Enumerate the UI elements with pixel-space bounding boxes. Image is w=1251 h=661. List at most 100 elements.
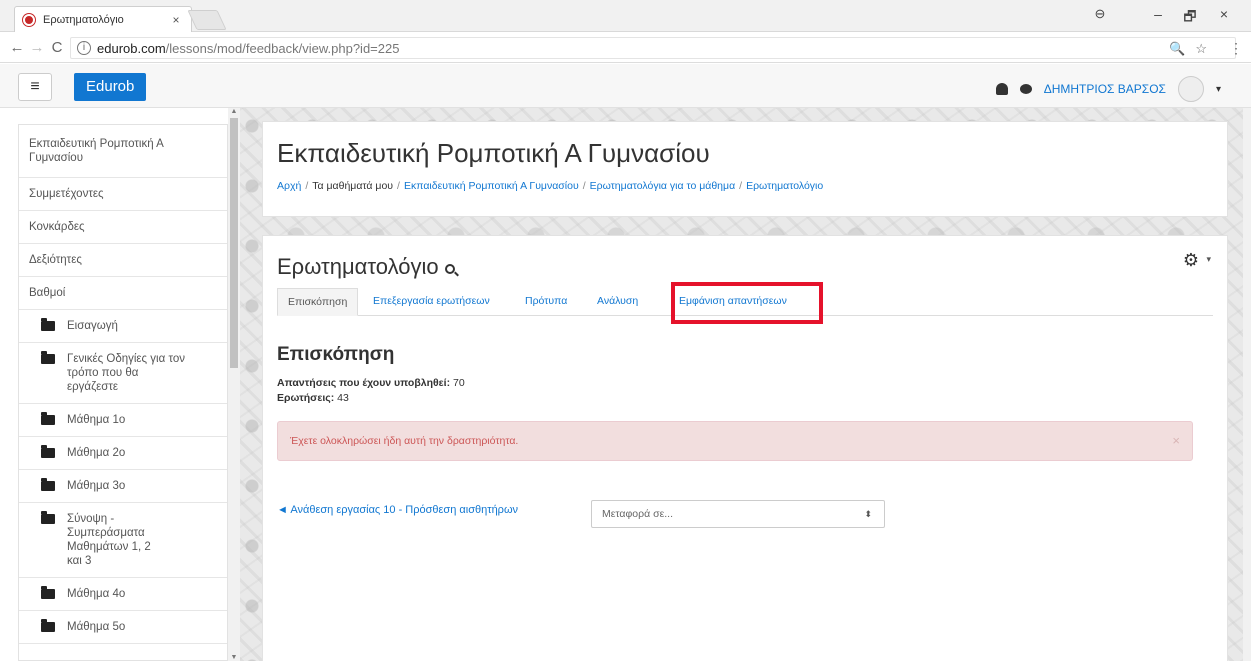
course-title: Εκπαιδευτική Ρομποτική Α Γυμνασίου	[277, 138, 710, 168]
nav-drawer-sidebar: Εκπαιδευτική Ρομποτική Α Γυμνασίου Συμμε…	[18, 124, 228, 661]
url-input[interactable]: i edurob.com/lessons/mod/feedback/view.p…	[70, 37, 1236, 59]
folder-icon	[41, 445, 55, 458]
address-bar-row: ← → C i edurob.com/lessons/mod/feedback/…	[0, 33, 1251, 63]
breadcrumb-my-courses: Τα μαθήματά μου	[312, 180, 394, 192]
sidebar-item-badges[interactable]: Κονκάρδες	[19, 211, 227, 244]
responses-label: Απαντήσεις που έχουν υποβληθεί:	[277, 377, 451, 389]
alert-close-icon[interactable]: ×	[1172, 433, 1180, 448]
sidebar-scrollbar[interactable]: ▲ ▼	[228, 108, 240, 661]
breadcrumb-course[interactable]: Εκπαιδευτική Ρομποτική Α Γυμνασίου	[404, 180, 579, 192]
sidebar-section-item[interactable]: Σύνοψη - Συμπεράσματα Μαθημάτων 1, 2 και…	[19, 503, 227, 578]
sidebar-section-item[interactable]: Μάθημα 5ο	[19, 611, 227, 644]
breadcrumb-separator: /	[305, 180, 309, 192]
folder-icon	[41, 586, 55, 599]
sidebar-scroll-thumb[interactable]	[230, 118, 238, 368]
sidebar-section-label: Μάθημα 1ο	[67, 414, 126, 426]
profile-icon[interactable]: ⊖	[1090, 6, 1110, 22]
zoom-icon[interactable]: 🔍	[1169, 41, 1185, 57]
scroll-down-icon[interactable]: ▼	[228, 654, 240, 661]
notifications-bell-icon[interactable]	[995, 83, 1008, 95]
sidebar-section-item[interactable]: Μάθημα 1ο	[19, 404, 227, 437]
sidebar-section-label: Μάθημα 5ο	[67, 621, 126, 633]
sidebar-item-participants[interactable]: Συμμετέχοντες	[19, 178, 227, 211]
breadcrumb-section[interactable]: Ερωτηματολόγια για το μάθημα	[590, 180, 736, 192]
folder-icon	[41, 318, 55, 331]
jump-to-select[interactable]: Μεταφορά σε... ⬍	[591, 500, 885, 528]
alert-text: Έχετε ολοκληρώσει ήδη αυτή την δραστηριό…	[290, 435, 519, 447]
questions-count: Ερωτήσεις: 43	[277, 392, 349, 404]
sidebar-item-competencies[interactable]: Δεξιότητες	[19, 244, 227, 277]
user-avatar[interactable]	[1177, 76, 1204, 102]
bookmark-star-icon[interactable]: ☆	[1195, 41, 1207, 57]
back-button[interactable]: ←	[8, 39, 26, 56]
browser-tab[interactable]: Ερωτηματολόγιο ×	[14, 6, 192, 32]
main-content-card: Ερωτηματολόγιο ⚙ ▾ Επισκόπηση Επεξεργασί…	[262, 235, 1228, 661]
gear-menu-caret-icon[interactable]: ▾	[1206, 254, 1211, 265]
site-favicon-icon	[23, 13, 35, 26]
gear-icon[interactable]: ⚙	[1183, 250, 1199, 271]
maximize-button[interactable]: 🗗	[1180, 6, 1200, 30]
questions-label: Ερωτήσεις:	[277, 392, 335, 404]
tab-overview[interactable]: Επισκόπηση	[277, 288, 359, 316]
jump-to-placeholder: Μεταφορά σε...	[602, 508, 674, 520]
folder-icon	[41, 412, 55, 425]
sidebar-section-item[interactable]: Μάθημα 2ο	[19, 437, 227, 470]
tab-edit-questions[interactable]: Επεξεργασία ερωτήσεων	[363, 288, 500, 316]
breadcrumb-activity[interactable]: Ερωτηματολόγιο	[746, 180, 823, 192]
page-header: Εκπαιδευτική Ρομποτική Α Γυμνασίου Αρχή /…	[262, 121, 1228, 217]
folder-icon	[41, 478, 55, 491]
sidebar-section-label: Εισαγωγή	[67, 320, 118, 332]
sidebar-section-label: Μάθημα 3ο	[67, 480, 126, 492]
responses-value: 70	[453, 377, 465, 389]
sidebar-section-item[interactable]: Μάθημα 4ο	[19, 578, 227, 611]
sidebar-section-label: Μάθημα 4ο	[67, 588, 126, 600]
sidebar-section-item[interactable]: Μάθημα 3ο	[19, 470, 227, 503]
tab-analysis[interactable]: Ανάλυση	[587, 288, 648, 316]
tab-title: Ερωτηματολόγιο	[43, 13, 124, 26]
forward-button[interactable]: →	[28, 39, 46, 56]
minimize-button[interactable]: –	[1148, 6, 1168, 22]
search-icon	[444, 264, 455, 274]
reload-button[interactable]: C	[48, 39, 66, 56]
breadcrumb-separator: /	[739, 180, 743, 192]
sidebar-section-item[interactable]: Γενικές Οδηγίες για τον τρόπο που θα εργ…	[19, 343, 227, 404]
site-brand-link[interactable]: Edurob	[74, 73, 147, 101]
section-title: Επισκόπηση	[277, 344, 395, 365]
breadcrumb-separator: /	[397, 180, 400, 192]
folder-icon	[41, 351, 55, 364]
sidebar-item-grades[interactable]: Βαθμοί	[19, 277, 227, 310]
tab-close-icon[interactable]: ×	[169, 13, 183, 27]
page-title: Ερωτηματολόγιο	[277, 254, 455, 280]
previous-activity-link[interactable]: ◄ Ανάθεση εργασίας 10 - Πρόσθεση αισθητή…	[277, 504, 518, 516]
user-name-link[interactable]: ΔΗΜΗΤΡΙΟΣ ΒΑΡΣΟΣ	[1044, 82, 1166, 96]
breadcrumb-separator: /	[582, 180, 586, 192]
select-arrows-icon: ⬍	[864, 509, 872, 519]
highlight-box	[671, 282, 823, 324]
completed-alert: Έχετε ολοκληρώσει ήδη αυτή την δραστηριό…	[277, 421, 1193, 461]
sidebar-section-label: Γενικές Οδηγίες για τον τρόπο που θα εργ…	[67, 353, 185, 393]
folder-icon	[41, 619, 55, 632]
responses-count: Απαντήσεις που έχουν υποβληθεί: 70	[277, 377, 465, 389]
scroll-up-icon[interactable]: ▲	[228, 108, 240, 115]
new-tab-button[interactable]	[187, 10, 227, 30]
url-path: /lessons/mod/feedback/view.php?id=225	[165, 40, 400, 56]
url-host: edurob.com	[97, 40, 166, 56]
breadcrumb-home[interactable]: Αρχή	[277, 180, 301, 192]
user-menu-caret-icon[interactable]: ▾	[1216, 84, 1221, 95]
tab-templates[interactable]: Πρότυπα	[515, 288, 577, 316]
messages-icon[interactable]	[1019, 84, 1032, 94]
close-window-button[interactable]: ×	[1214, 6, 1234, 22]
nav-drawer-button[interactable]: ≡	[18, 73, 52, 101]
page-title-text: Ερωτηματολόγιο	[277, 254, 439, 279]
sidebar-section-label: Σύνοψη - Συμπεράσματα Μαθημάτων 1, 2 και…	[67, 513, 151, 567]
browser-menu-icon[interactable]: ⋮	[1229, 40, 1243, 57]
questions-value: 43	[337, 392, 349, 404]
sidebar-item-course[interactable]: Εκπαιδευτική Ρομποτική Α Γυμνασίου	[19, 125, 227, 178]
sidebar-section-item[interactable]: Εισαγωγή	[19, 310, 227, 343]
breadcrumb: Αρχή / Τα μαθήματά μου / Εκπαιδευτική Ρομποτ…	[277, 180, 823, 192]
sidebar-section-label: Μάθημα 2ο	[67, 447, 126, 459]
browser-tabstrip: Ερωτηματολόγιο × ⊖ – 🗗 ×	[0, 0, 1251, 32]
page-scrollbar[interactable]	[1243, 108, 1251, 661]
folder-icon	[41, 511, 55, 524]
info-icon[interactable]: i	[77, 41, 91, 55]
